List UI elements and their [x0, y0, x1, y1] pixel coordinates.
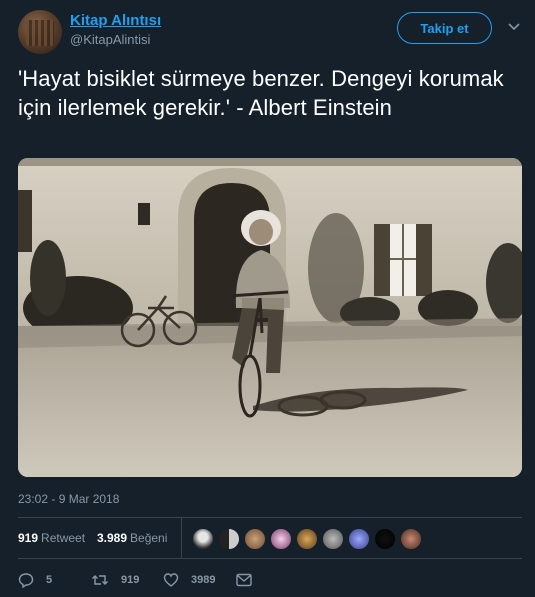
- liker-avatar[interactable]: [296, 528, 318, 550]
- liker-avatar[interactable]: [270, 528, 292, 550]
- liker-avatar[interactable]: [192, 528, 214, 550]
- retweet-icon: [92, 575, 108, 585]
- direct-message-button[interactable]: [236, 570, 252, 590]
- retweet-label: Retweet: [41, 531, 86, 545]
- liker-avatar[interactable]: [322, 528, 344, 550]
- tweet-header: Kitap Alıntısı @KitapAlintisi Takip et: [18, 10, 523, 54]
- like-label: Beğeni: [130, 531, 168, 545]
- reply-button[interactable]: 5: [18, 570, 52, 590]
- user-handle[interactable]: @KitapAlintisi: [70, 32, 150, 47]
- liker-avatar[interactable]: [244, 528, 266, 550]
- stats-divider: [181, 518, 182, 558]
- retweet-stat[interactable]: 919 Retweet: [18, 531, 85, 545]
- tweet-timestamp[interactable]: 23:02 - 9 Mar 2018: [18, 492, 119, 506]
- tweet-stats: 919 Retweet 3.989 Beğeni: [18, 518, 522, 558]
- retweet-action-count: 919: [121, 574, 140, 586]
- retweet-button[interactable]: 919: [91, 570, 139, 590]
- retweet-count: 919: [18, 531, 39, 545]
- liker-avatar[interactable]: [218, 528, 240, 550]
- photo-einstein-bicycle: [18, 158, 522, 477]
- liker-avatar[interactable]: [400, 528, 422, 550]
- reply-icon: [18, 573, 34, 588]
- follow-button[interactable]: Takip et: [397, 12, 492, 44]
- tweet-photo[interactable]: [18, 158, 522, 477]
- envelope-icon: [236, 573, 252, 587]
- heart-icon: [163, 573, 179, 587]
- tweet-actions: 5 919 3989: [18, 568, 522, 592]
- liker-avatar[interactable]: [374, 528, 396, 550]
- like-action-count: 3989: [191, 574, 216, 586]
- tweet-text: 'Hayat bisiklet sürmeye benzer. Dengeyi …: [18, 66, 504, 120]
- like-button[interactable]: 3989: [163, 570, 215, 590]
- liker-avatar[interactable]: [348, 528, 370, 550]
- like-count: 3.989: [97, 531, 128, 545]
- avatar[interactable]: [18, 10, 62, 54]
- divider: [18, 558, 522, 559]
- like-stat[interactable]: 3.989 Beğeni: [97, 531, 167, 545]
- chevron-down-icon[interactable]: [507, 22, 521, 32]
- display-name[interactable]: Kitap Alıntısı: [70, 12, 161, 29]
- reply-count: 5: [46, 574, 53, 586]
